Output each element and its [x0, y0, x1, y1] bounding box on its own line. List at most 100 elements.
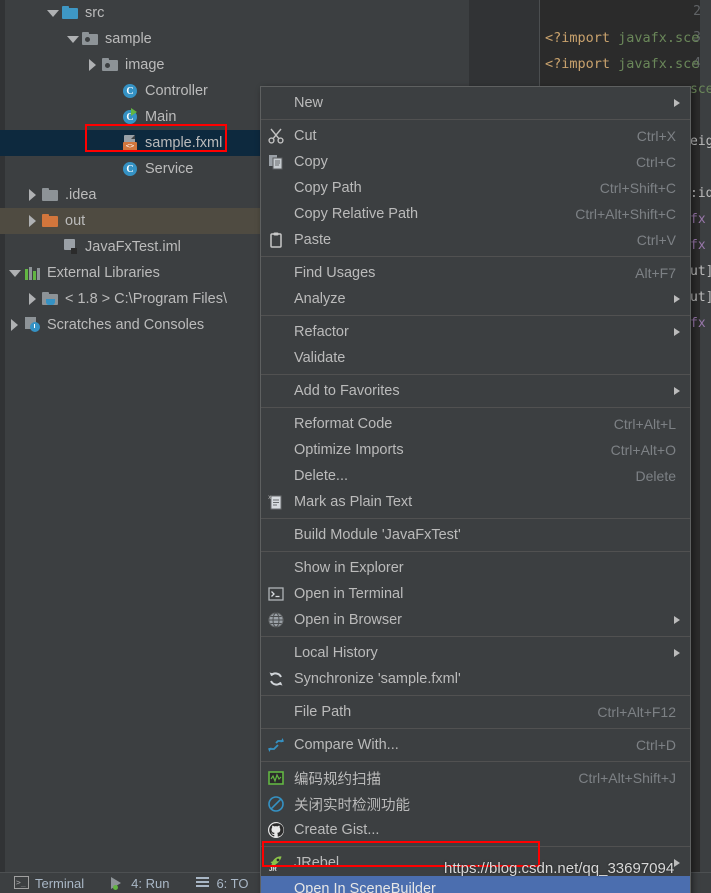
submenu-arrow-icon — [674, 295, 680, 303]
menu-item[interactable]: Compare With... Ctrl+D — [261, 732, 690, 758]
menu-icon-slot — [263, 94, 289, 112]
menu-item[interactable]: Synchronize 'sample.fxml' — [261, 666, 690, 692]
chevron-right-icon[interactable] — [26, 214, 39, 228]
status-bar-item-run[interactable]: 4: Run — [110, 876, 169, 891]
menu-item[interactable]: Paste Ctrl+V — [261, 227, 690, 253]
menu-item[interactable]: x Mark as Plain Text — [261, 489, 690, 515]
menu-item-shortcut: Ctrl+Alt+F12 — [597, 704, 676, 720]
menu-item[interactable]: Copy Path Ctrl+Shift+C — [261, 175, 690, 201]
menu-separator — [261, 636, 690, 637]
editor-right-strip — [700, 0, 711, 872]
svg-text:x: x — [268, 494, 272, 501]
menu-item[interactable]: Cut Ctrl+X — [261, 123, 690, 149]
menu-icon-slot — [263, 441, 289, 459]
menu-separator — [261, 256, 690, 257]
menu-icon-slot — [263, 179, 289, 197]
menu-item-label: 编码规约扫描 — [294, 771, 381, 788]
menu-item-label: Build Module 'JavaFxTest' — [294, 527, 461, 543]
chevron-down-icon[interactable] — [8, 267, 21, 280]
menu-item[interactable]: 编码规约扫描 Ctrl+Alt+Shift+J — [261, 765, 690, 791]
tree-row-label: .idea — [65, 187, 97, 203]
menu-item[interactable]: Refactor — [261, 319, 690, 345]
code-token-processing-instruction: <?import — [545, 56, 611, 72]
menu-item-label: Find Usages — [294, 265, 376, 281]
tree-row-label: Main — [145, 109, 177, 125]
chevron-right-icon[interactable] — [26, 188, 39, 202]
scratches-icon — [24, 317, 41, 333]
menu-item-shortcut: Ctrl+Alt+Shift+J — [578, 770, 676, 786]
code-peek-fragment: fx — [690, 212, 706, 227]
tree-row-label: Service — [145, 161, 194, 177]
menu-item-label: Copy Relative Path — [294, 206, 419, 222]
menu-item-label: Copy Path — [294, 180, 362, 196]
tree-row[interactable]: src — [0, 0, 455, 26]
menu-item-label: Open in Terminal — [294, 586, 404, 602]
menu-item-label: New — [294, 95, 324, 111]
submenu-arrow-icon — [674, 649, 680, 657]
menu-item[interactable]: Build Module 'JavaFxTest' — [261, 522, 690, 548]
menu-item-shortcut: Ctrl+Alt+L — [613, 416, 676, 432]
menu-item[interactable]: New — [261, 90, 690, 116]
chevron-right-icon[interactable] — [8, 318, 21, 332]
menu-item[interactable]: Local History — [261, 640, 690, 666]
chevron-down-icon[interactable] — [66, 33, 79, 46]
status-bar-item-terminal[interactable]: >_ Terminal — [14, 876, 84, 891]
menu-icon-slot — [263, 880, 289, 893]
tree-row[interactable]: image — [0, 52, 455, 78]
menu-separator — [261, 518, 690, 519]
todo-icon — [195, 876, 211, 890]
code-peek-fragment: :id — [690, 186, 711, 201]
svg-text:JR: JR — [269, 867, 277, 872]
java-class-icon: C — [122, 83, 139, 99]
chevron-right-icon[interactable] — [86, 58, 99, 72]
menu-item[interactable]: Show in Explorer — [261, 555, 690, 581]
tree-row-label: sample — [105, 31, 152, 47]
menu-item-label: Open In SceneBuilder — [294, 881, 436, 893]
menu-item[interactable]: Open in Terminal — [261, 581, 690, 607]
menu-item[interactable]: Analyze — [261, 286, 690, 312]
menu-item[interactable]: Optimize Imports Ctrl+Alt+O — [261, 437, 690, 463]
menu-separator — [261, 728, 690, 729]
submenu-arrow-icon — [674, 616, 680, 624]
menu-item-label: Copy — [294, 154, 328, 170]
submenu-arrow-icon — [674, 99, 680, 107]
menu-separator — [261, 846, 690, 847]
context-menu[interactable]: New Cut Ctrl+X Copy Ctrl+C Copy Path Ctrl+Shif… — [260, 86, 691, 893]
tree-row[interactable]: sample — [0, 26, 455, 52]
menu-item[interactable]: Create Gist... — [261, 817, 690, 843]
run-icon — [110, 876, 126, 890]
menu-item-label: Paste — [294, 232, 332, 248]
menu-item[interactable]: Delete... Delete — [261, 463, 690, 489]
chevron-right-icon[interactable] — [26, 292, 39, 306]
menu-item[interactable]: Add to Favorites — [261, 378, 690, 404]
menu-item[interactable]: Find Usages Alt+F7 — [261, 260, 690, 286]
code-peek-fragment: fx — [690, 316, 706, 331]
github-icon — [263, 821, 289, 839]
menu-item[interactable]: Copy Ctrl+C — [261, 149, 690, 175]
menu-icon-slot — [263, 703, 289, 721]
tree-row-label: out — [65, 213, 86, 229]
menu-item-shortcut: Ctrl+Shift+C — [599, 180, 676, 196]
code-peek-fragment: fx — [690, 238, 706, 253]
menu-item[interactable]: Reformat Code Ctrl+Alt+L — [261, 411, 690, 437]
menu-item[interactable]: 关闭实时检测功能 — [261, 791, 690, 817]
menu-item[interactable]: Copy Relative Path Ctrl+Alt+Shift+C — [261, 201, 690, 227]
menu-item-label: Open in Browser — [294, 612, 402, 628]
external-libraries-icon — [24, 265, 41, 281]
menu-item[interactable]: Open in Browser — [261, 607, 690, 633]
fxml-file-icon: <> — [122, 135, 139, 151]
submenu-arrow-icon — [674, 387, 680, 395]
menu-item-shortcut: Delete — [635, 468, 676, 484]
package-folder-icon — [82, 31, 99, 47]
menu-item[interactable]: Open In SceneBuilder — [261, 876, 690, 893]
menu-item[interactable]: File Path Ctrl+Alt+F12 — [261, 699, 690, 725]
menu-item[interactable]: Validate — [261, 345, 690, 371]
code-token-namespace: javafx.sce — [610, 30, 700, 46]
status-bar-item-todo[interactable]: 6: TO — [195, 876, 248, 891]
menu-item-shortcut: Alt+F7 — [635, 265, 676, 281]
chevron-down-icon[interactable] — [46, 7, 59, 20]
tree-row-label: src — [85, 5, 105, 21]
